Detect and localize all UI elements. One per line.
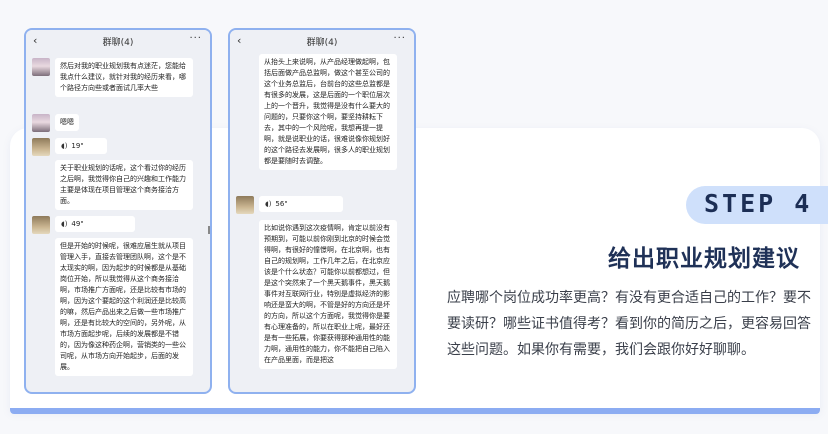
message-bubble: 比如说你遇到这次疫情啊，肯定以前没有预期到，可能以前你刚到北京的时候会觉得啊，有… — [259, 220, 397, 369]
voice-duration: 49" — [71, 220, 84, 228]
voice-icon: ◖) — [61, 142, 68, 150]
more-icon[interactable]: ··· — [189, 33, 202, 44]
chat-screenshot-left: ‹ 群聊(4) ··· 然后对我的职业规划我有点迷茫，您能给我点什么建议，就针对… — [24, 28, 212, 394]
more-icon[interactable]: ··· — [393, 33, 406, 44]
chat-message: 嗯嗯 — [32, 114, 79, 132]
chat-header: ‹ 群聊(4) ··· — [26, 30, 210, 52]
chat-screenshot-right: ‹ 群聊(4) ··· 从抬头上来说啊，从产品经理做起啊，包括后面做产品总监啊，… — [228, 28, 416, 394]
avatar — [236, 196, 254, 214]
section-heading: 给出职业规划建议 — [608, 246, 800, 272]
chat-voice-message: ◖) 49" — [32, 216, 135, 234]
avatar — [32, 114, 50, 132]
chat-voice-message: ◖) 19" — [32, 138, 107, 156]
avatar — [32, 58, 50, 76]
voice-bubble[interactable]: ◖) 19" — [55, 138, 107, 154]
message-bubble: 从抬头上来说啊，从产品经理做起啊，包括后面做产品总监啊，做这个甚至公司的这个业务… — [259, 54, 397, 170]
avatar — [32, 138, 50, 156]
voice-duration: 56" — [275, 200, 288, 208]
chat-message: 从抬头上来说啊，从产品经理做起啊，包括后面做产品总监啊，做这个甚至公司的这个业务… — [236, 54, 397, 170]
chat-message: 但是开始的时候呢，很难应届生就从项目管理入手，直接去管理团队啊，这个是不太现实的… — [32, 238, 193, 376]
step-label: STEP 4 — [704, 189, 813, 218]
message-bubble: 但是开始的时候呢，很难应届生就从项目管理入手，直接去管理团队啊，这个是不太现实的… — [55, 238, 193, 376]
chat-message: 关于职业规划的话呢，这个看过你的经历之后啊，我觉得你自己的兴趣和工作能力主要是体… — [32, 160, 193, 210]
voice-bubble[interactable]: ◖) 49" — [55, 216, 135, 232]
message-bubble: 关于职业规划的话呢，这个看过你的经历之后啊，我觉得你自己的兴趣和工作能力主要是体… — [55, 160, 193, 210]
message-bubble: 嗯嗯 — [55, 114, 79, 131]
chat-voice-message: ◖) 56" — [236, 196, 343, 214]
voice-icon: ◖) — [265, 200, 272, 208]
chat-header: ‹ 群聊(4) ··· — [230, 30, 414, 52]
voice-bubble[interactable]: ◖) 56" — [259, 196, 343, 212]
chat-title: 群聊(4) — [102, 38, 134, 48]
voice-icon: ◖) — [61, 220, 68, 228]
chat-message: 然后对我的职业规划我有点迷茫，您能给我点什么建议，就针对我的经历来看，哪个路径方… — [32, 58, 193, 97]
chat-message: 比如说你遇到这次疫情啊，肯定以前没有预期到，可能以前你刚到北京的时候会觉得啊，有… — [236, 220, 397, 369]
voice-duration: 19" — [71, 142, 84, 150]
card-accent-strip — [10, 408, 820, 414]
message-bubble: 然后对我的职业规划我有点迷茫，您能给我点什么建议，就针对我的经历来看，哪个路径方… — [55, 58, 193, 97]
chat-title: 群聊(4) — [306, 38, 338, 48]
scrollbar-thumb[interactable] — [208, 226, 210, 234]
avatar — [32, 216, 50, 234]
section-description: 应聘哪个岗位成功率更高？有没有更合适自己的工作？要不要读研？哪些证书值得考？看到… — [447, 290, 811, 358]
